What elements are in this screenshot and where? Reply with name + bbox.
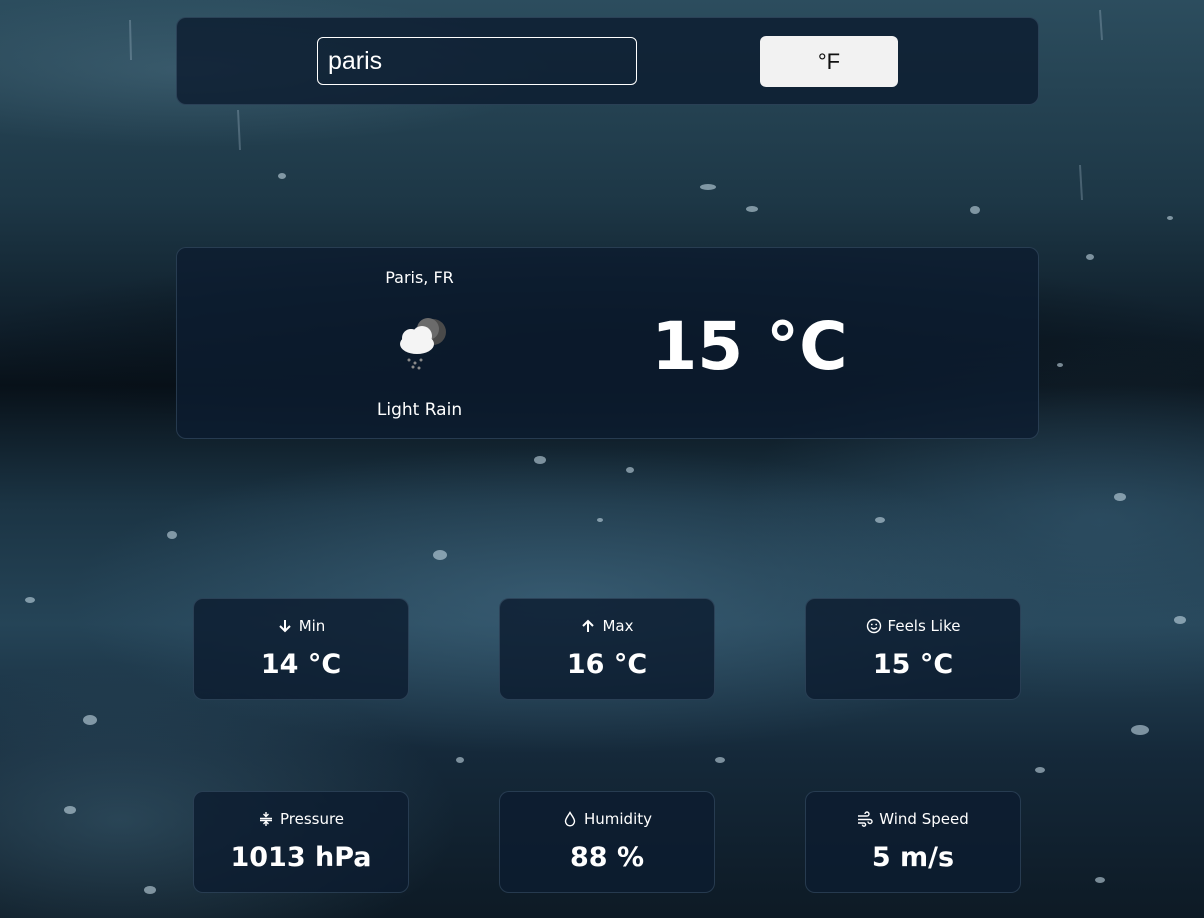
stat-value: 16 °C — [566, 649, 648, 680]
current-weather-panel: Paris, FR Light Rain 15 °C — [176, 247, 1039, 439]
stat-card-wind-speed: Wind Speed 5 m/s — [805, 791, 1021, 893]
cloud-rain-moon-icon — [400, 318, 446, 370]
stat-value: 1013 hPa — [230, 842, 372, 873]
unit-toggle-button[interactable]: °F — [760, 36, 898, 87]
stat-card-humidity: Humidity 88 % — [499, 791, 715, 893]
weather-description: Light Rain — [376, 400, 463, 420]
stat-label: Pressure — [279, 810, 345, 828]
smile-icon — [866, 618, 881, 634]
stat-card-feels-like: Feels Like 15 °C — [805, 598, 1021, 700]
stat-card-min: Min 14 °C — [193, 598, 409, 700]
droplet-icon — [564, 811, 576, 827]
stat-card-max: Max 16 °C — [499, 598, 715, 700]
arrow-up-icon — [582, 619, 595, 632]
stat-label: Humidity — [583, 810, 652, 828]
current-temperature: 15 °C — [651, 308, 848, 385]
stat-value: 88 % — [569, 842, 645, 873]
wind-icon — [858, 811, 873, 827]
stat-label: Wind Speed — [879, 810, 969, 828]
arrow-down-icon — [278, 620, 291, 633]
rain-background — [25, 9, 1186, 894]
city-search-input[interactable] — [317, 37, 637, 85]
stat-label: Max — [602, 617, 634, 635]
location-label: Paris, FR — [385, 268, 454, 287]
stat-value: 14 °C — [260, 649, 342, 680]
stat-label: Min — [298, 617, 326, 635]
stat-label: Feels Like — [887, 617, 961, 635]
search-bar-panel: °F — [176, 17, 1039, 105]
stat-value: 5 m/s — [871, 842, 955, 873]
stat-value: 15 °C — [872, 649, 954, 680]
pressure-icon — [259, 812, 272, 826]
stat-card-pressure: Pressure 1013 hPa — [193, 791, 409, 893]
